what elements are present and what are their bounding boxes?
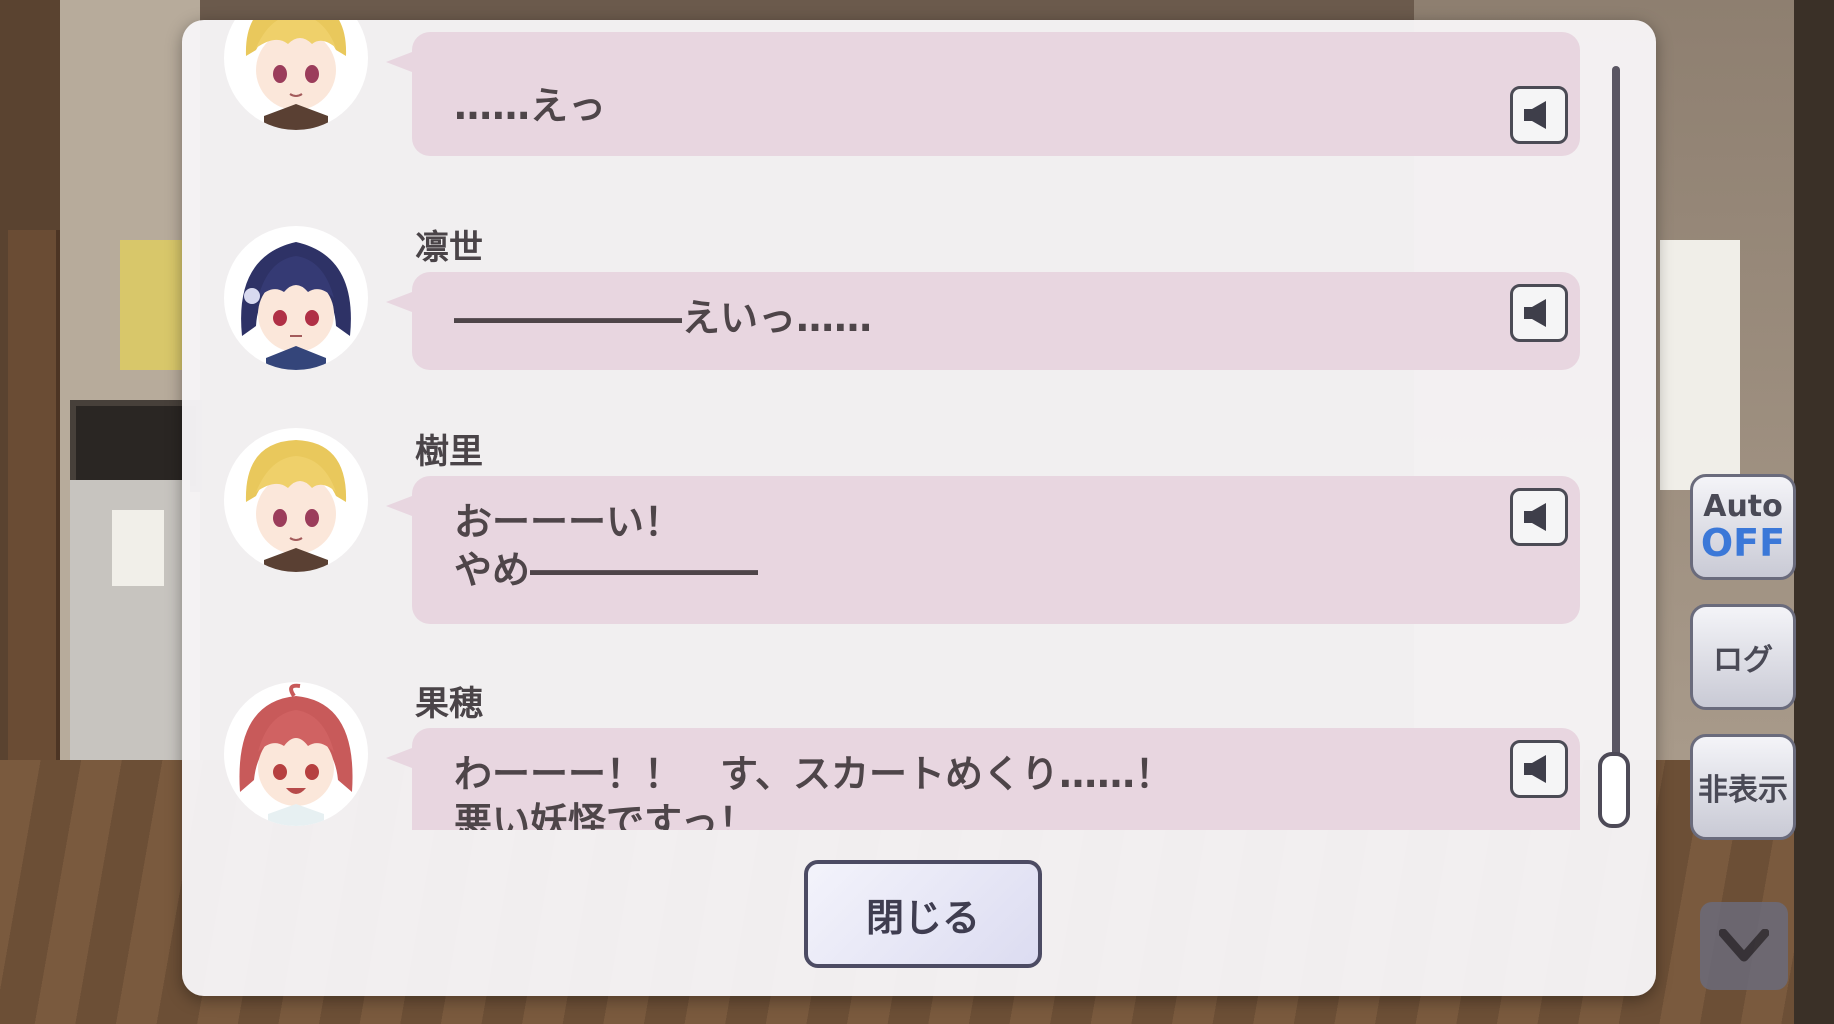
blonde-character-avatar-icon [245,20,347,130]
log-entry: 凛世 ――――――えいっ…… [182,200,1656,380]
log-list[interactable]: ……えっ 凛世 ――――――えいっ…… 樹里 おーーーい！ やめ―――――― 果… [182,20,1656,830]
hide-button[interactable]: 非表示 [1690,734,1796,840]
avatar [224,226,368,370]
blonde-character-avatar-icon [245,440,347,572]
voice-button[interactable] [1510,740,1568,798]
message-text: わーーー！！ す、スカートめくり……！ 悪い妖怪ですっ！ [454,752,1173,830]
message-bubble: おーーーい！ やめ―――――― [386,476,1580,624]
avatar [224,20,368,130]
bg-poster [120,240,190,370]
avatar [224,682,368,826]
message-bubble: わーーー！！ す、スカートめくり……！ 悪い妖怪ですっ！ [386,728,1580,830]
voice-button[interactable] [1510,284,1568,342]
log-entry: 樹里 おーーーい！ やめ―――――― [182,404,1656,624]
auto-status: OFF [1700,521,1786,565]
auto-button[interactable]: Auto OFF [1690,474,1796,580]
voice-button[interactable] [1510,86,1568,144]
down-button[interactable] [1700,902,1788,990]
log-dialog: ……えっ 凛世 ――――――えいっ…… 樹里 おーーーい！ やめ―――――― 果… [182,20,1656,996]
message-text: おーーーい！ やめ―――――― [454,500,759,592]
bg-paper [1660,240,1740,490]
speaker-icon [1524,299,1546,327]
log-entry: ……えっ [182,20,1656,170]
bg-note [112,510,164,586]
speaker-icon [1524,503,1546,531]
auto-label: Auto [1703,489,1783,524]
close-button[interactable]: 閉じる [804,860,1042,968]
scrollbar-track[interactable] [1612,66,1620,826]
speaker-icon [1524,101,1546,129]
speaker-name: 樹里 [415,433,483,471]
message-text: ――――――えいっ…… [454,296,873,340]
bg-pillar [1794,0,1834,1024]
log-entry: 果穂 わーーー！！ す、スカートめくり……！ 悪い妖怪ですっ！ [182,656,1656,830]
speaker-name: 凛世 [415,229,483,267]
log-button[interactable]: ログ [1690,604,1796,710]
speaker-icon [1524,755,1546,783]
avatar [224,428,368,572]
navy-hair-character-avatar-icon [241,242,351,370]
message-text: ……えっ [454,84,607,128]
chevron-down-icon [1719,929,1769,962]
red-hair-character-avatar-icon [239,683,353,826]
scrollbar-thumb[interactable] [1598,752,1630,828]
speaker-name: 果穂 [415,685,483,723]
message-bubble: ……えっ [386,32,1580,156]
voice-button[interactable] [1510,488,1568,546]
message-bubble: ――――――えいっ…… [386,272,1580,370]
